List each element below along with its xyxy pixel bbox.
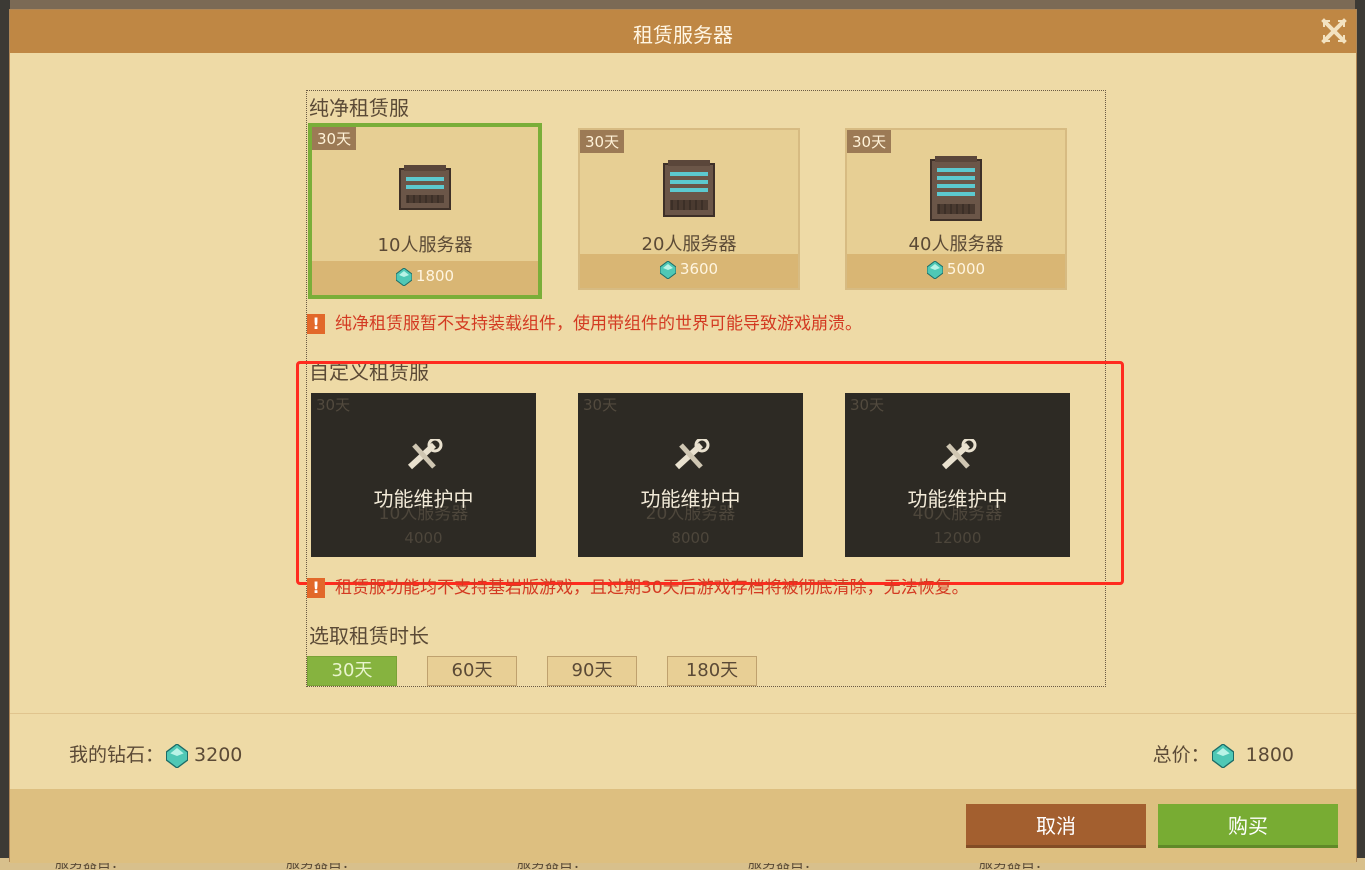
my-diamond: 我的钻石： 3200 <box>69 740 242 768</box>
price-bar: 3600 <box>580 254 798 288</box>
duration-option-30[interactable]: 30天 <box>307 656 397 686</box>
pure-card-10[interactable]: 30天 10人服务器 1800 <box>308 123 542 299</box>
card-name: 20人服务器 <box>641 234 737 255</box>
card-price-value: 1800 <box>415 267 455 285</box>
duration-option-60[interactable]: 60天 <box>427 656 517 686</box>
duration-label: 选取租赁时长 <box>309 624 429 648</box>
diamond-icon <box>395 267 412 286</box>
diamond-icon <box>926 260 943 279</box>
card-price: 5000 <box>847 260 1065 279</box>
my-diamond-label: 我的钻石： <box>69 744 165 766</box>
cancel-button[interactable]: 取消 <box>966 804 1146 848</box>
server-icon <box>929 156 983 226</box>
dialog-footer <box>10 789 1356 863</box>
warning-icon: ! <box>307 578 325 598</box>
card-price: 1800 <box>312 267 538 286</box>
price-bar: 1800 <box>312 261 538 295</box>
total-price: 总价： 1800 <box>1153 740 1294 768</box>
card-price: 3600 <box>580 260 798 279</box>
card-price-value: 3600 <box>679 260 719 278</box>
duration-option-180[interactable]: 180天 <box>667 656 757 686</box>
total-value: 1800 <box>1245 744 1294 766</box>
custom-warning: ! 租赁服功能均不支持基岩版游戏，且过期30天后游戏存档将被彻底清除，无法恢复。 <box>307 573 969 598</box>
pure-card-40[interactable]: 30天 40人服务器 5000 <box>845 128 1067 290</box>
dialog-title: 租赁服务器 <box>633 23 733 47</box>
rent-server-dialog: 租赁服务器 纯净租赁服 30天 10人服务器 1800 30天 20人服务器 3… <box>9 9 1357 863</box>
duration-badge: 30天 <box>312 127 357 150</box>
server-icon <box>398 165 452 215</box>
pure-section-title: 纯净租赁服 <box>309 96 409 120</box>
duration-badge: 30天 <box>847 130 892 153</box>
server-icon <box>662 160 716 222</box>
title-bar: 租赁服务器 <box>10 10 1356 53</box>
close-icon[interactable] <box>1320 18 1348 46</box>
divider <box>10 713 1356 714</box>
price-bar: 5000 <box>847 254 1065 288</box>
diamond-icon <box>1211 743 1234 768</box>
diamond-icon <box>166 743 189 768</box>
highlight-box <box>296 361 1124 585</box>
card-name: 10人服务器 <box>377 235 473 256</box>
duration-badge: 30天 <box>580 130 625 153</box>
buy-button[interactable]: 购买 <box>1158 804 1338 848</box>
total-label: 总价： <box>1152 744 1210 766</box>
pure-warning-text: 纯净租赁服暂不支持装载组件，使用带组件的世界可能导致游戏崩溃。 <box>335 314 862 334</box>
duration-option-90[interactable]: 90天 <box>547 656 637 686</box>
warning-icon: ! <box>307 314 325 334</box>
card-name: 40人服务器 <box>908 234 1004 255</box>
custom-warning-text: 租赁服功能均不支持基岩版游戏，且过期30天后游戏存档将被彻底清除，无法恢复。 <box>335 578 969 598</box>
my-diamond-value: 3200 <box>194 744 243 766</box>
card-price-value: 5000 <box>946 260 986 278</box>
diamond-icon <box>659 260 676 279</box>
pure-warning: ! 纯净租赁服暂不支持装载组件，使用带组件的世界可能导致游戏崩溃。 <box>307 309 862 334</box>
pure-card-20[interactable]: 30天 20人服务器 3600 <box>578 128 800 290</box>
